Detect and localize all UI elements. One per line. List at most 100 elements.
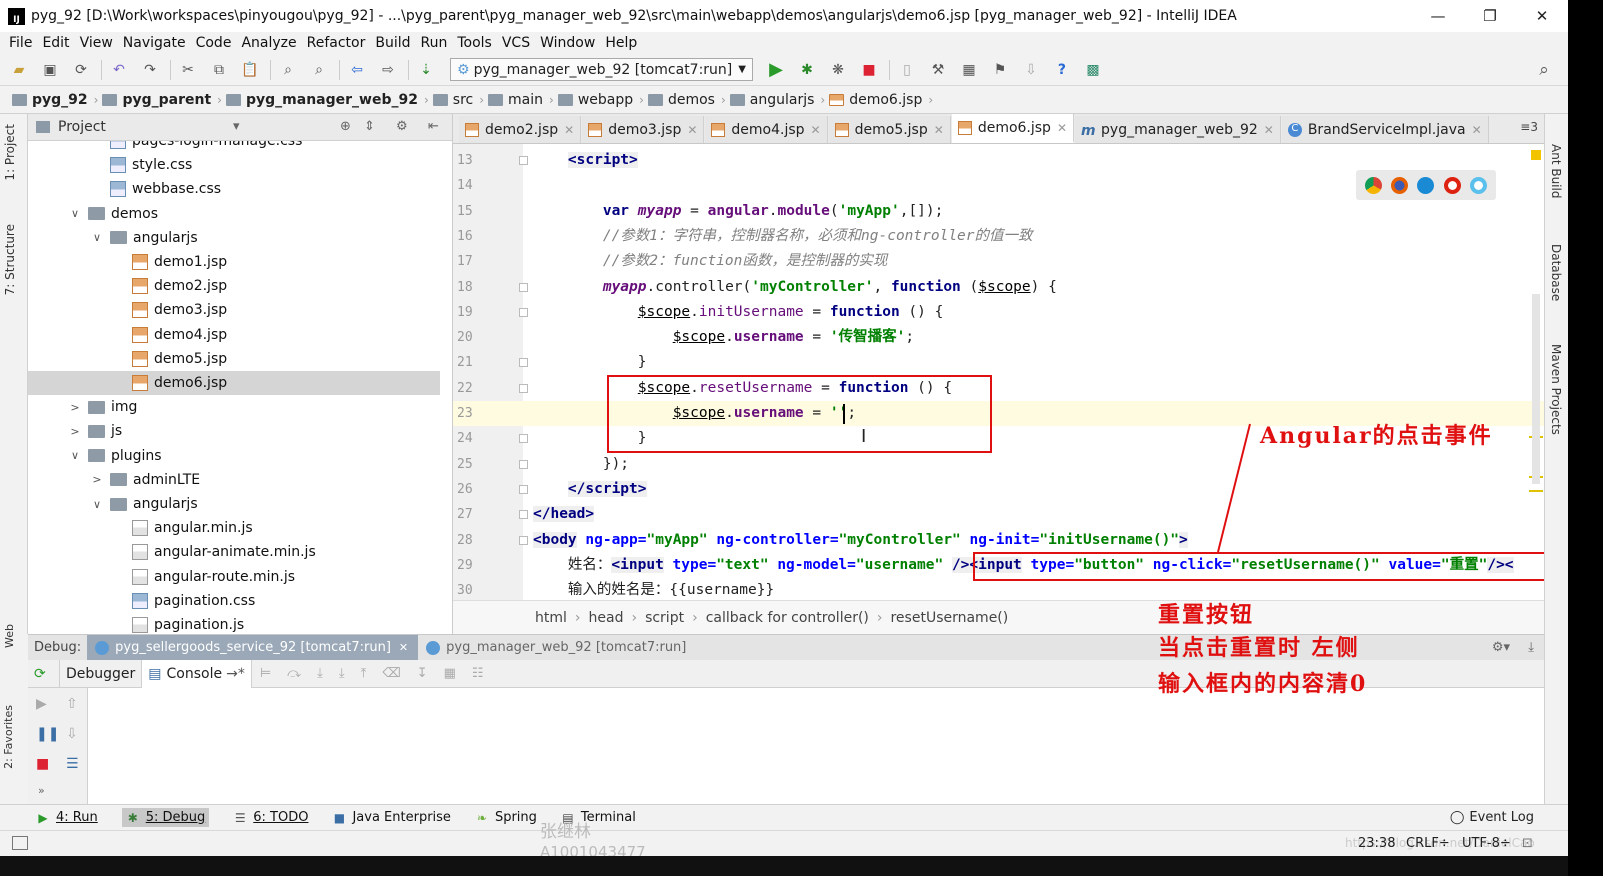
menu-navigate[interactable]: Navigate <box>118 35 191 51</box>
line-number[interactable]: 15 <box>457 199 489 224</box>
tree-item[interactable]: demo2.jsp <box>28 274 440 298</box>
chevron-down-icon[interactable]: ∨ <box>90 231 104 244</box>
editor-tab[interactable]: C BrandServiceImpl.java ✕ <box>1281 116 1489 143</box>
line-number[interactable]: 17 <box>457 249 489 274</box>
code-breadcrumb-item[interactable]: script <box>645 610 684 626</box>
open-folder-icon[interactable]: ▰ <box>8 59 30 81</box>
chrome-icon[interactable] <box>1364 176 1382 194</box>
tree-item[interactable]: pagination.css <box>28 589 440 613</box>
up-icon[interactable]: ⇧ <box>66 696 78 712</box>
fold-marker-icon[interactable] <box>519 307 528 317</box>
breadcrumb-item[interactable]: pyg_92 › <box>12 92 98 108</box>
lock-icon[interactable]: ⊡ <box>1522 836 1533 851</box>
menu-analyze[interactable]: Analyze <box>236 35 301 51</box>
save-icon[interactable]: ▣ <box>39 59 61 81</box>
tree-item[interactable]: angular-animate.min.js <box>28 540 440 564</box>
step-into-icon[interactable]: ⤓ <box>317 666 323 681</box>
editor-tab[interactable]: demo4.jsp ✕ <box>705 116 828 143</box>
help-icon[interactable]: ? <box>1051 59 1073 81</box>
project-structure-icon[interactable]: ⚑ <box>989 59 1011 81</box>
close-session-icon[interactable]: ✕ <box>399 641 408 654</box>
line-number[interactable]: 13 <box>457 148 489 173</box>
editor-tab[interactable]: demo3.jsp ✕ <box>582 116 705 143</box>
pause-icon[interactable]: ▯ <box>896 59 918 81</box>
run-config-select[interactable]: ⚙ pyg_manager_web_92 [tomcat7:run] ▼ <box>450 58 753 81</box>
fold-marker-icon[interactable] <box>519 459 528 469</box>
breadcrumb-item[interactable]: webapp › <box>557 92 644 108</box>
menu-help[interactable]: Help <box>600 35 642 51</box>
breadcrumb-item[interactable]: main › <box>488 92 554 108</box>
debug-session-tab[interactable]: pyg_sellergoods_service_92 [tomcat7:run]… <box>87 635 419 660</box>
code-line[interactable]: 20 $scope.username = '传智播客'; <box>453 325 1544 350</box>
menu-run[interactable]: Run <box>416 35 453 51</box>
favorites-tool-button[interactable]: 2: Favorites <box>2 705 15 769</box>
chevron-down-icon[interactable]: ∨ <box>68 207 82 220</box>
code-line[interactable]: 27 </head> <box>453 502 1544 527</box>
force-step-into-icon[interactable]: ⤓ <box>339 666 345 681</box>
editor-tab[interactable]: demo2.jsp ✕ <box>459 116 582 143</box>
tabs-overflow-button[interactable]: ≡3 <box>1520 120 1538 134</box>
web-tool-button[interactable]: Web <box>3 624 16 648</box>
code-line[interactable]: 19 $scope.initUsername = function () { <box>453 300 1544 325</box>
line-number[interactable]: 22 <box>457 376 489 401</box>
line-number[interactable]: 30 <box>457 578 489 600</box>
close-tab-icon[interactable]: ✕ <box>1472 123 1482 137</box>
tree-item[interactable]: demo5.jsp <box>28 347 440 371</box>
settings-icon[interactable]: ⚙ <box>396 119 408 134</box>
tree-item[interactable]: angular-route.min.js <box>28 565 440 589</box>
caret-position[interactable]: 23:38 <box>1358 836 1395 851</box>
paste-icon[interactable]: 📋 <box>239 59 261 81</box>
redo-icon[interactable]: ↷ <box>139 59 161 81</box>
tree-item[interactable]: pages-login-manage.css <box>28 141 440 153</box>
ant-build-tool-button[interactable]: Ant Build <box>1549 144 1563 198</box>
bottom-tool--todo[interactable]: ☰ 6: TODO <box>233 810 309 825</box>
fold-marker-icon[interactable] <box>519 282 528 292</box>
show-exec-point-icon[interactable]: ⊨ <box>260 666 271 681</box>
stop-icon[interactable]: ■ <box>858 59 880 81</box>
fold-marker-icon[interactable] <box>519 156 528 165</box>
debugger-tab[interactable]: Debugger <box>60 659 143 688</box>
tree-item[interactable]: > img <box>28 395 440 419</box>
code-breadcrumb-item[interactable]: head <box>589 610 624 626</box>
safari-icon[interactable] <box>1417 176 1435 194</box>
sync-icon[interactable]: ⟳ <box>70 59 92 81</box>
menu-tools[interactable]: Tools <box>452 35 497 51</box>
tree-item[interactable]: ∨ plugins <box>28 444 440 468</box>
drop-frame-icon[interactable]: ⌫ <box>382 666 400 681</box>
line-number[interactable]: 27 <box>457 502 489 527</box>
fold-marker-icon[interactable] <box>519 535 528 545</box>
hide-icon[interactable]: ⇤ <box>428 119 439 134</box>
database-tool-button[interactable]: Database <box>1549 244 1563 301</box>
tree-item[interactable]: > js <box>28 419 440 443</box>
bottom-tool-java-enterprise[interactable]: ■ Java Enterprise <box>332 810 451 825</box>
resume-icon[interactable]: ▶ <box>36 696 47 712</box>
line-number[interactable]: 21 <box>457 350 489 375</box>
tree-item[interactable]: demo6.jsp <box>28 371 440 395</box>
tree-item[interactable]: ∨ angularjs <box>28 226 440 250</box>
code-line[interactable]: 18 myapp.controller('myController', func… <box>453 275 1544 300</box>
debug-icon[interactable]: ✱ <box>796 59 818 81</box>
view-breakpoints-icon[interactable]: ☰ <box>66 756 79 772</box>
code-line[interactable]: 16 //参数1：字符串，控制器名称，必须和ng-controller的值一致 <box>453 224 1544 249</box>
code-line[interactable]: 30 输入的姓名是：{{username}} <box>453 578 1544 600</box>
close-tab-icon[interactable]: ✕ <box>687 123 697 137</box>
rerun-icon[interactable]: ⟳ <box>28 659 60 688</box>
debug-session-tab[interactable]: pyg_manager_web_92 [tomcat7:run] <box>418 635 696 660</box>
debug-hide-icon[interactable]: ⤓ <box>1528 640 1534 655</box>
code-breadcrumb-item[interactable]: resetUsername() <box>890 610 1008 626</box>
line-number[interactable]: 24 <box>457 426 489 451</box>
chevron-down-icon[interactable]: ∨ <box>68 449 82 462</box>
line-number[interactable]: 26 <box>457 477 489 502</box>
bottom-tool-spring[interactable]: ❧ Spring <box>475 810 537 825</box>
tree-item[interactable]: demo3.jsp <box>28 298 440 322</box>
breadcrumb-item[interactable]: src › <box>432 92 484 108</box>
file-encoding[interactable]: UTF-8÷ <box>1462 836 1511 851</box>
code-line[interactable]: 25 }); <box>453 452 1544 477</box>
menu-window[interactable]: Window <box>535 35 600 51</box>
project-tool-button[interactable]: 1: Project <box>3 124 17 181</box>
breadcrumb-item[interactable]: demo6.jsp › <box>829 92 933 108</box>
forward-icon[interactable]: ⇨ <box>377 59 399 81</box>
line-separator[interactable]: CRLF÷ <box>1406 836 1450 851</box>
coverage-icon[interactable]: ❋ <box>827 59 849 81</box>
menu-code[interactable]: Code <box>191 35 237 51</box>
